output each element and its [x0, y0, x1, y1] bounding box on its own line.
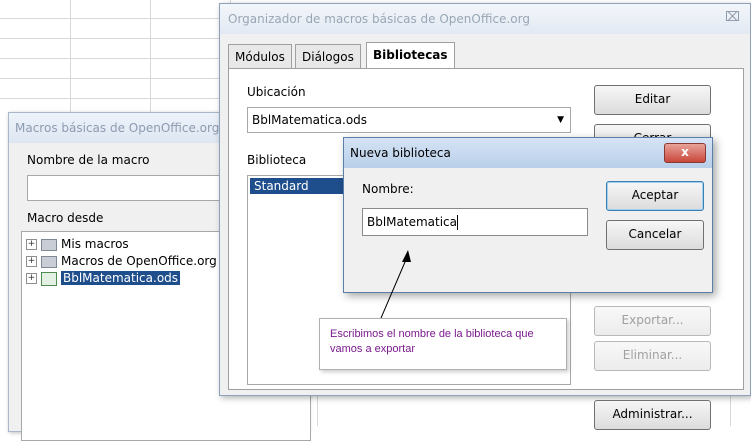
- annotation-callout: Escribimos el nombre de la biblioteca qu…: [319, 318, 567, 370]
